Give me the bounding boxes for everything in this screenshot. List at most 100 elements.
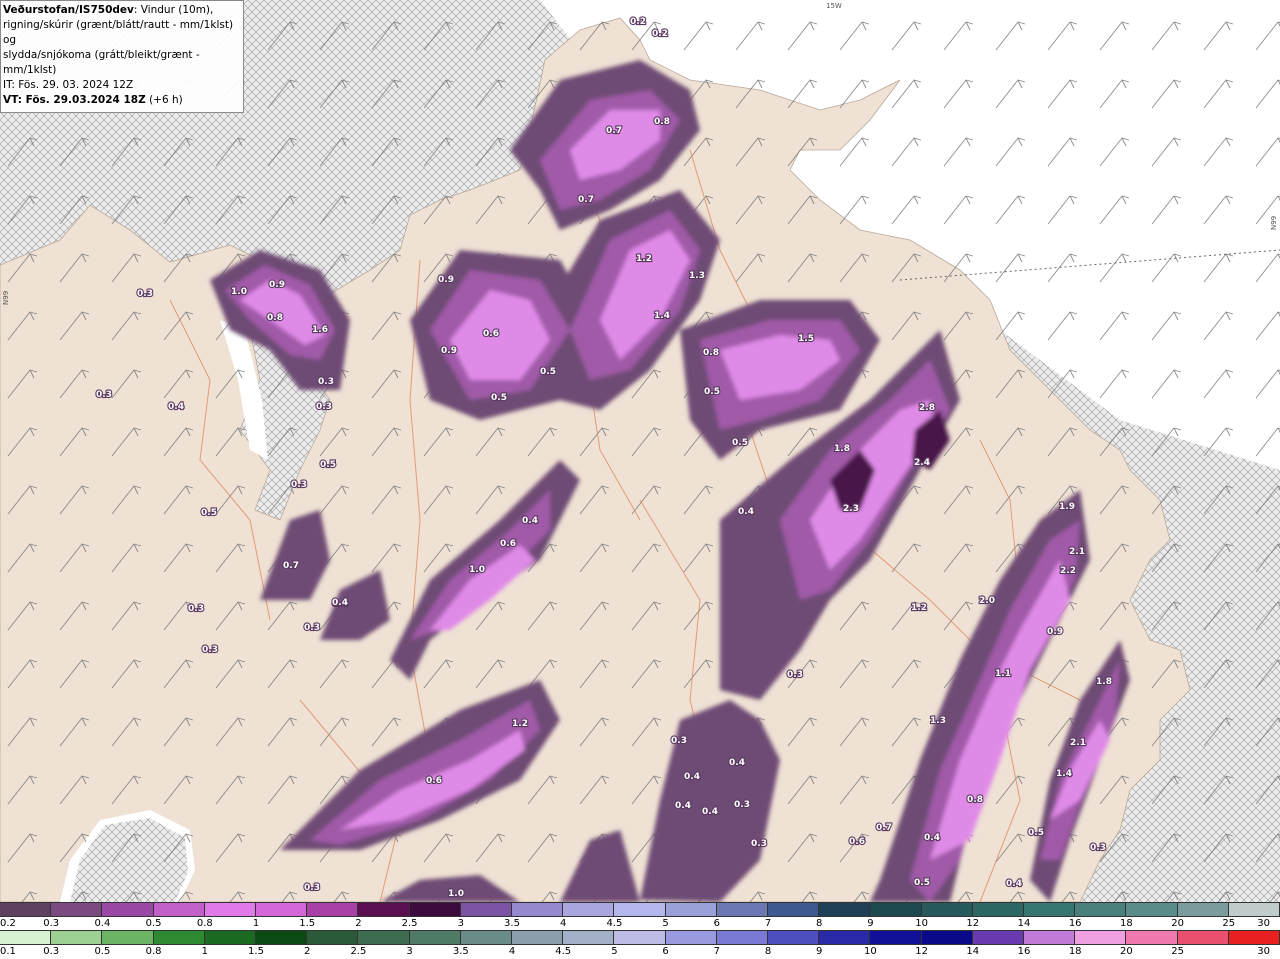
- legend-swatch: [921, 931, 973, 944]
- precip-value-label: 0.4: [702, 807, 718, 817]
- precip-value-label: 1.1: [995, 669, 1011, 679]
- legend-tick-label: 0.3: [43, 918, 60, 929]
- precip-value-label: 0.6: [483, 329, 499, 339]
- precip-value-label: 0.3: [291, 480, 307, 490]
- legend-swatch: [256, 931, 308, 944]
- precip-value-label: 0.3: [318, 377, 334, 387]
- legend-swatch: [665, 931, 717, 944]
- precip-value-label: 0.3: [751, 839, 767, 849]
- legend-swatch: [870, 903, 922, 916]
- legend-swatch: [819, 903, 871, 916]
- valid-time-line: VT: Fös. 29.03.2024 18Z (+6 h): [3, 93, 241, 108]
- legend-tick-label: 1: [252, 918, 260, 929]
- grid-label-top: 15W: [826, 2, 842, 10]
- legend-tick-label: 30: [1257, 918, 1270, 929]
- map-title-box: Veðurstofan/IS750dev: Vindur (10m), rign…: [0, 0, 244, 113]
- precip-value-label: 0.5: [320, 460, 336, 470]
- precip-value-label: 0.5: [491, 393, 507, 403]
- legend-tick-label: 5: [611, 946, 618, 957]
- init-time: IT: Fös. 29. 03. 2024 12Z: [3, 79, 134, 91]
- precip-value-label: 0.8: [654, 117, 670, 127]
- legend-swatch: [409, 931, 461, 944]
- legend-swatch: [1075, 931, 1127, 944]
- legend-swatch: [51, 931, 103, 944]
- legend-swatch: [307, 931, 359, 944]
- legend-swatch: [512, 903, 564, 916]
- legend-tick-label: 18: [1068, 946, 1082, 957]
- precip-value-label: 0.3: [202, 645, 218, 655]
- legend-swatch: [1024, 931, 1076, 944]
- legend-swatch: [153, 931, 205, 944]
- precip-value-label: 0.4: [332, 598, 348, 608]
- precip-value-label: 0.7: [876, 823, 892, 833]
- precip-value-label: 1.0: [231, 287, 247, 297]
- legend-swatch: [716, 903, 769, 916]
- precip-value-label: 0.3: [316, 402, 332, 412]
- legend-tick-label: 0.3: [43, 946, 60, 957]
- legend-swatch: [768, 903, 820, 916]
- legend-tick-label: 4.5: [555, 946, 572, 957]
- legend-swatch: [102, 931, 154, 944]
- precip-value-label: 0.3: [304, 623, 320, 633]
- legend-tick-label: 0.8: [145, 946, 162, 957]
- precip-value-label: 1.8: [834, 444, 850, 454]
- legend-snow-ticks: 0.1 0.3 0.5 0.8 1 1.5 2 2.5 3 3.5 4 4.5 5 6 7 8 9 10 12 14 1…: [0, 945, 1280, 959]
- description-snow: slydda/snjókoma (grátt/bleikt/grænt - mm…: [3, 49, 200, 76]
- legend-rain-swatches: [0, 902, 1280, 917]
- legend-tick-label: 16: [1017, 946, 1031, 957]
- legend-tick-label: 12: [966, 918, 980, 929]
- legend-swatch: [0, 903, 52, 916]
- legend-tick-label: 25: [1171, 946, 1184, 957]
- precip-value-label: 0.3: [787, 670, 803, 680]
- legend-swatch: [256, 903, 308, 916]
- legend-tick-label: 0.8: [196, 918, 213, 929]
- precip-value-label: 1.9: [1059, 502, 1075, 512]
- legend-swatch: [102, 903, 154, 916]
- legend-swatch: [1126, 931, 1178, 944]
- precip-value-label: 2.1: [1070, 738, 1086, 748]
- legend-swatch: [1228, 931, 1280, 944]
- precip-value-label: 0.8: [967, 795, 983, 805]
- description-wind: : Vindur (10m),: [133, 4, 214, 16]
- description-rain: rigning/skúrir (grænt/blátt/rautt - mm/1…: [3, 19, 234, 46]
- legend-tick-label: 6: [662, 946, 669, 957]
- legend-swatch: [972, 931, 1025, 944]
- legend-tick-label: 3: [406, 946, 413, 957]
- legend-swatch: [563, 931, 615, 944]
- precip-value-label: 0.5: [1028, 828, 1044, 838]
- legend-swatch: [204, 931, 257, 944]
- legend-swatch: [0, 931, 52, 944]
- precip-value-label: 1.8: [1096, 677, 1112, 687]
- legend-tick-label: 10: [915, 918, 928, 929]
- precip-value-label: 1.2: [512, 719, 528, 729]
- legend-swatch: [512, 931, 564, 944]
- legend-swatch: [460, 903, 513, 916]
- legend-swatch: [819, 931, 871, 944]
- legend-tick-label: 0.5: [94, 946, 111, 957]
- legend-swatch: [51, 903, 103, 916]
- precip-value-label: 0.5: [201, 508, 217, 518]
- precip-value-label: 0.3: [137, 289, 153, 299]
- legend-tick-label: 1.5: [248, 946, 264, 957]
- legend-tick-label: 3: [457, 918, 464, 929]
- legend-swatch: [1024, 903, 1076, 916]
- precipitation-map: 0.2 0.2 0.7 0.8 0.7 1.2 1.3 1.4 0.8 1.5 0.5 0.5 0.9 0…: [0, 0, 1280, 902]
- valid-time: VT: Fös. 29.03.2024 18Z: [3, 94, 146, 106]
- legend-tick-label: 2: [304, 946, 311, 957]
- precip-value-label: 0.8: [703, 348, 719, 358]
- precip-value-label: 0.9: [438, 275, 454, 285]
- legend-swatch: [307, 903, 359, 916]
- precip-value-label: 1.3: [930, 716, 946, 726]
- legend-tick-label: 0.5: [145, 918, 162, 929]
- precip-value-label: 2.8: [919, 403, 935, 413]
- legend-swatch: [1075, 903, 1127, 916]
- precip-value-label: 1.2: [911, 603, 927, 613]
- legend-tick-label: 25: [1222, 918, 1236, 929]
- legend-swatch: [614, 903, 666, 916]
- precip-value-label: 0.6: [849, 837, 865, 847]
- legend-tick-label: 14: [966, 946, 980, 957]
- legend-tick-label: 9: [816, 946, 823, 957]
- precip-value-label: 0.7: [578, 195, 594, 205]
- legend-swatch: [153, 903, 205, 916]
- legend-swatch: [870, 931, 922, 944]
